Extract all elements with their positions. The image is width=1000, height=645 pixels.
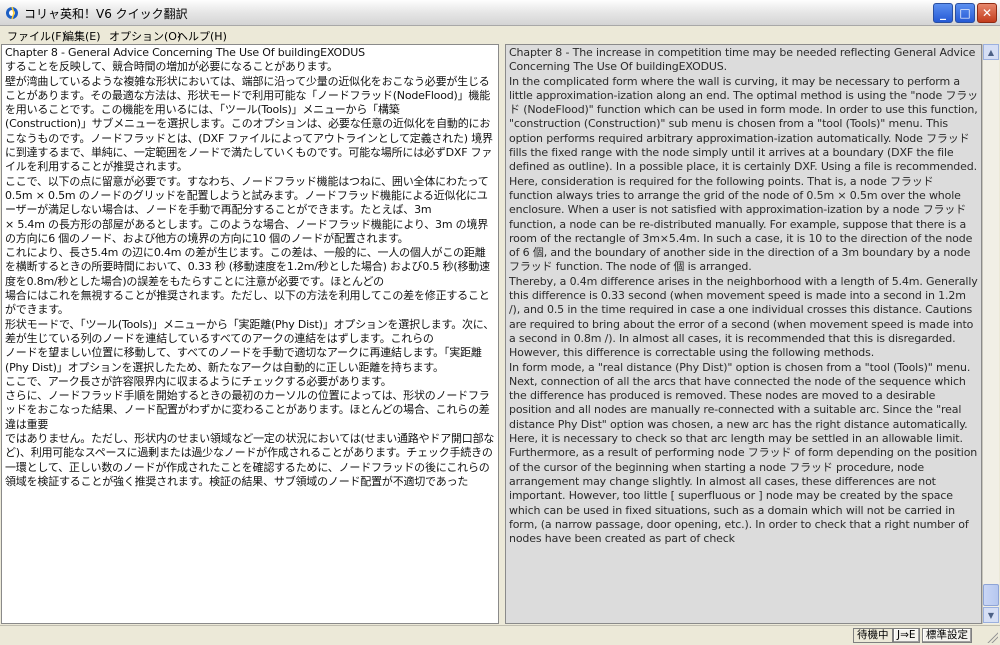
translation-paragraph: ではありません。ただし、形状内のせまい領域など一定の状況においては(せまい通路や… (5, 432, 495, 460)
menu-edit[interactable]: 編集(E) (60, 27, 104, 45)
direction-toggle-button[interactable]: J⇒E (893, 628, 920, 643)
translation-paragraph: 場合にはこれを無視することが推奨されます。ただし、以下の方法を利用してこの差を修… (5, 289, 490, 317)
scroll-up-arrow-icon[interactable]: ▲ (983, 44, 999, 60)
translation-paragraph: × 5.4m の長方形の部屋があるとします。このような場合、ノードフラッド機能に… (5, 217, 489, 245)
menu-help[interactable]: ヘルプ(H) (174, 27, 230, 45)
translation-paragraph: 形状モードで、「ツール(Tools)」メニューから「実距離(Phy Dist)」… (5, 317, 495, 345)
translation-paragraph: これにより、長さ5.4m の辺に0.4m の差が生じます。この差は、一般的に、一… (5, 246, 490, 288)
source-paragraph: Thereby, a 0.4m difference arises in the… (509, 274, 978, 360)
scroll-thumb[interactable] (983, 584, 999, 606)
source-paragraph: Chapter 8 - The increase in competition … (509, 46, 976, 74)
resize-grip-icon[interactable] (986, 631, 998, 643)
source-paragraph: In form mode, a "real distance (Phy Dist… (509, 360, 971, 431)
status-bar: 待機中 J⇒E 標準設定 (0, 625, 1000, 645)
vertical-scrollbar[interactable]: ▲ ▼ (982, 44, 999, 624)
close-button[interactable]: ✕ (977, 3, 997, 23)
source-text-pane[interactable]: Chapter 8 - The increase in competition … (505, 44, 982, 624)
source-paragraph: Furthermore, as a result of performing n… (509, 446, 978, 546)
settings-button[interactable]: 標準設定 (922, 628, 972, 643)
translation-paragraph: 一環として、正しい数のノードが作成されたことを確認するために、ノードフラッドの後… (5, 460, 490, 488)
translation-paragraph: Chapter 8 - General Advice Concerning Th… (5, 46, 365, 59)
translation-paragraph: ノードを望ましい位置に移動して、すべてのノードを手動で適切なアークに再連結します… (5, 346, 482, 374)
translation-paragraph: ここで、アーク長さが許容限界内に収まるようにチェックする必要があります。 (5, 374, 392, 388)
status-text: 待機中 (853, 628, 893, 643)
menu-options[interactable]: オプション(O) (106, 27, 184, 45)
translation-paragraph: することを反映して、競合時間の増加が必要になることがあります。 (5, 60, 338, 74)
translation-paragraph: ここで、以下の点に留意が必要です。すなわち、ノードフラッド機能はつねに、囲い全体… (5, 174, 489, 217)
source-paragraph: Here, consideration is required for the … (509, 174, 973, 274)
window-title: コリャ英和！V6 クイック翻訳 (24, 7, 188, 21)
translation-paragraph: (Construction)」サブメニューを選択します。このオプションは、必要な… (5, 117, 493, 174)
source-paragraph: In the complicated form where the wall i… (509, 74, 979, 174)
translation-paragraph: 壁が湾曲しているような複雑な形状においては、端部に沿って少量の近似化をおこなう必… (5, 74, 491, 117)
menu-bar: ファイル(F) 編集(E) オプション(O) ヘルプ(H) (0, 26, 1000, 44)
title-bar: コリャ英和！V6 クイック翻訳 _ □ ✕ (0, 0, 1000, 26)
translation-text-pane[interactable]: Chapter 8 - General Advice Concerning Th… (1, 44, 499, 624)
minimize-button[interactable]: _ (933, 3, 953, 23)
source-paragraph: Here, it is necessary to check so that a… (509, 432, 963, 446)
scroll-down-arrow-icon[interactable]: ▼ (983, 607, 999, 623)
maximize-button[interactable]: □ (955, 3, 975, 23)
translation-paragraph: さらに、ノードフラッド手順を開始するときの最初のカーソルの位置によっては、形状の… (5, 389, 490, 431)
app-icon (6, 6, 18, 20)
